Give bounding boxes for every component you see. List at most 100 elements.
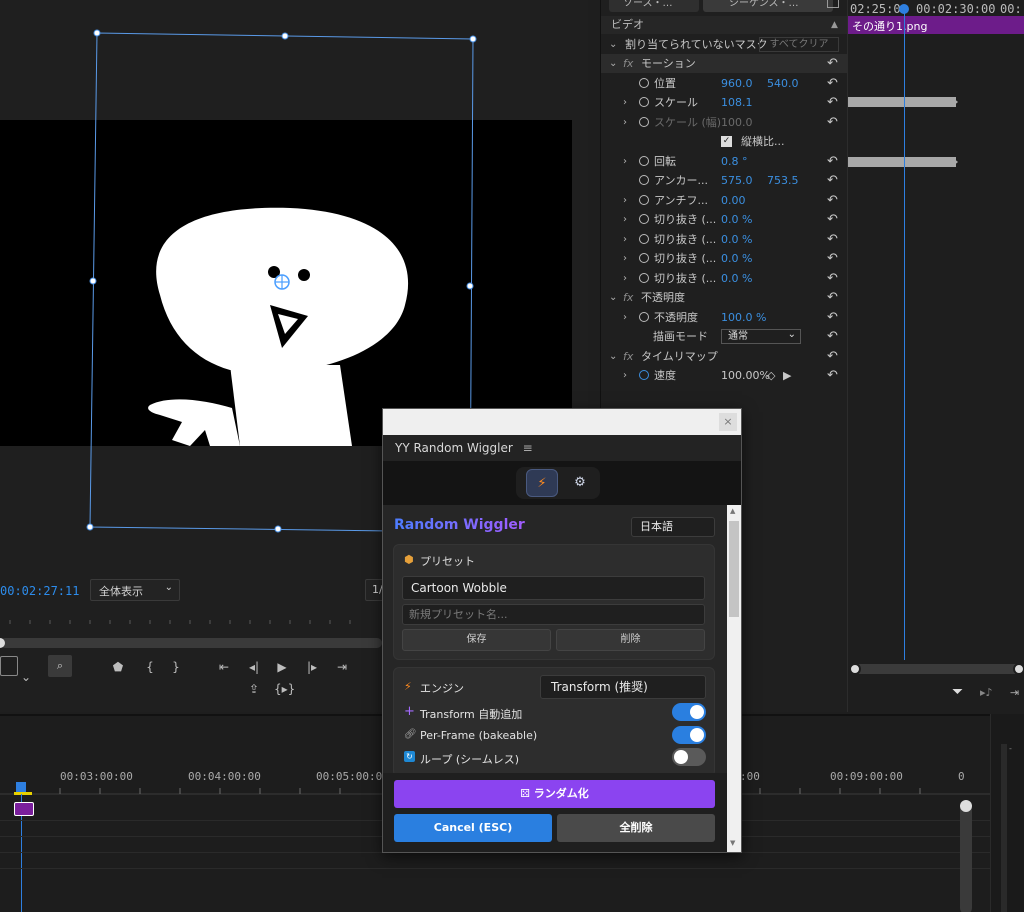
scroll-thumb[interactable] xyxy=(729,521,739,617)
save-preset-button[interactable]: 保存 xyxy=(402,629,551,651)
chevron-right-icon[interactable]: › xyxy=(623,113,627,132)
lift-icon[interactable]: ⇪ xyxy=(244,682,264,696)
ec-scroll-handle-left[interactable] xyxy=(849,663,861,675)
timeline-clip[interactable] xyxy=(14,802,34,816)
property-value[interactable]: 960.0 xyxy=(721,74,753,93)
fx-icon[interactable]: fx xyxy=(623,54,633,73)
mark-in-icon[interactable]: { xyxy=(140,660,160,674)
mark-out-icon[interactable]: } xyxy=(166,660,186,674)
stopwatch-icon[interactable] xyxy=(639,155,649,166)
stopwatch-icon[interactable] xyxy=(639,233,649,244)
zoom-dropdown[interactable]: 全体表示 ⌄ xyxy=(90,579,180,601)
lightning-tab-icon[interactable]: ⚡ xyxy=(526,469,558,497)
checkbox-icon[interactable]: ✓ xyxy=(721,136,732,147)
go-to-in-icon[interactable]: ⇤ xyxy=(214,660,234,674)
chevron-right-icon[interactable]: › xyxy=(623,152,627,171)
perframe-toggle[interactable] xyxy=(672,726,706,744)
chevron-right-icon[interactable]: › xyxy=(623,308,627,327)
stopwatch-icon[interactable] xyxy=(639,370,649,380)
stopwatch-icon[interactable] xyxy=(639,311,649,322)
property-value[interactable]: 0.0 % xyxy=(721,249,752,268)
panel-menu-icon[interactable] xyxy=(827,0,839,8)
chevron-right-icon[interactable]: › xyxy=(623,210,627,229)
randomize-button[interactable]: ⚄ ランダム化 xyxy=(394,780,715,808)
timeline-scroll-handle[interactable] xyxy=(960,800,972,812)
preset-select[interactable]: Cartoon Wobble xyxy=(402,576,705,600)
property-value[interactable]: 0.8 ° xyxy=(721,152,748,171)
reset-icon[interactable]: ↶ xyxy=(827,113,838,132)
fx-icon[interactable]: fx xyxy=(623,288,633,307)
reset-icon[interactable]: ↶ xyxy=(827,210,838,229)
ec-clip-bar[interactable]: その通り1.png xyxy=(848,16,1024,34)
collapse-up-icon[interactable]: ▲ xyxy=(831,16,838,34)
clear-all-button[interactable]: すべてクリア xyxy=(759,37,839,52)
transform-toggle[interactable] xyxy=(672,703,706,721)
chevron-right-icon[interactable]: › xyxy=(623,230,627,249)
property-value[interactable]: 0.00 xyxy=(721,191,746,210)
filter-icon[interactable]: ⏷ xyxy=(952,684,963,700)
stopwatch-icon[interactable] xyxy=(639,194,649,205)
reset-icon[interactable]: ↶ xyxy=(827,230,838,249)
reset-icon[interactable]: ↶ xyxy=(827,191,838,210)
property-value[interactable]: 753.5 xyxy=(767,171,799,190)
work-area-bar[interactable] xyxy=(14,792,32,795)
property-value[interactable]: 100.0 xyxy=(721,113,753,132)
property-value[interactable]: 540.0 xyxy=(767,74,799,93)
stopwatch-icon[interactable] xyxy=(639,253,649,263)
zoom-icon[interactable]: ⌕ xyxy=(48,655,72,677)
gear-tab-icon[interactable]: ⚙ xyxy=(564,469,596,497)
reset-icon[interactable]: ↶ xyxy=(827,152,838,171)
loop-toggle[interactable] xyxy=(672,748,706,766)
chevron-right-icon[interactable]: › xyxy=(623,249,627,268)
export-icon[interactable]: ⇥ xyxy=(1010,686,1019,699)
monitor-ruler[interactable] xyxy=(0,610,382,650)
reset-icon[interactable]: ↶ xyxy=(827,366,838,385)
property-value[interactable]: 575.0 xyxy=(721,171,753,190)
reset-icon[interactable]: ↶ xyxy=(827,93,838,112)
blend-mode-select[interactable]: 通常 ⌄ xyxy=(721,329,801,344)
stopwatch-icon[interactable] xyxy=(639,77,649,88)
fx-icon[interactable]: fx xyxy=(623,347,633,366)
chevron-right-icon[interactable]: › xyxy=(623,366,627,385)
marker-icon[interactable]: ⬟ xyxy=(108,660,128,674)
ec-zoom-scrollbar[interactable] xyxy=(854,664,1020,674)
chevron-down-icon[interactable]: ⌄ xyxy=(609,54,617,73)
cancel-button[interactable]: Cancel (ESC) xyxy=(394,814,552,842)
timeline-v-scrollbar[interactable] xyxy=(960,802,972,912)
property-value[interactable]: 0.0 % xyxy=(721,210,752,229)
property-value[interactable]: 100.00% xyxy=(721,366,770,385)
tab-sequence[interactable]: シーケンス・… xyxy=(703,0,833,12)
scroll-down-icon[interactable]: ▼ xyxy=(730,839,735,847)
audio-play-icon[interactable]: ▸♪ xyxy=(980,686,993,699)
property-value[interactable]: 100.0 % xyxy=(721,308,766,327)
stopwatch-icon[interactable] xyxy=(639,214,649,224)
reset-icon[interactable]: ↶ xyxy=(827,249,838,268)
property-value[interactable]: 0.0 % xyxy=(721,269,752,288)
close-icon[interactable]: × xyxy=(719,413,737,431)
playhead-timecode[interactable]: 00:02:27:11 xyxy=(0,584,79,598)
reset-icon[interactable]: ↶ xyxy=(827,54,838,73)
chevron-right-icon[interactable]: › xyxy=(623,269,627,288)
scale-keyframe-bar[interactable] xyxy=(848,97,956,107)
keyframe-diamond-icon[interactable]: ◇ xyxy=(767,366,775,385)
dialog-titlebar[interactable] xyxy=(383,409,741,435)
tab-source[interactable]: ソース・… xyxy=(609,0,699,12)
chevron-right-icon[interactable]: › xyxy=(623,93,627,112)
stopwatch-icon[interactable] xyxy=(639,97,649,107)
hamburger-menu-icon[interactable]: ≡ xyxy=(523,441,533,455)
rotation-keyframe-bar[interactable] xyxy=(848,157,956,167)
ec-playhead-handle[interactable] xyxy=(899,4,909,14)
clear-all-wiggle-button[interactable]: 全削除 xyxy=(557,814,715,842)
dialog-scrollbar[interactable]: ▲ ▼ xyxy=(727,505,741,852)
reset-icon[interactable]: ↶ xyxy=(827,327,838,346)
reset-icon[interactable]: ↶ xyxy=(827,74,838,93)
new-preset-input[interactable]: 新規プリセット名... xyxy=(402,604,705,625)
ec-keyframe-timeline[interactable]: 02:25:0 00:02:30:00 00: その通り1.png ⏷ ▸♪ ⇥ xyxy=(847,0,1024,712)
reset-icon[interactable]: ↶ xyxy=(827,171,838,190)
extract-icon[interactable]: {▸} xyxy=(274,682,295,696)
engine-select[interactable]: Transform (推奨) xyxy=(540,675,706,699)
go-to-out-icon[interactable]: ⇥ xyxy=(332,660,352,674)
ec-scroll-handle-right[interactable] xyxy=(1013,663,1024,675)
property-value[interactable]: 108.1 xyxy=(721,93,753,112)
language-select[interactable]: 日本語 xyxy=(631,517,715,537)
